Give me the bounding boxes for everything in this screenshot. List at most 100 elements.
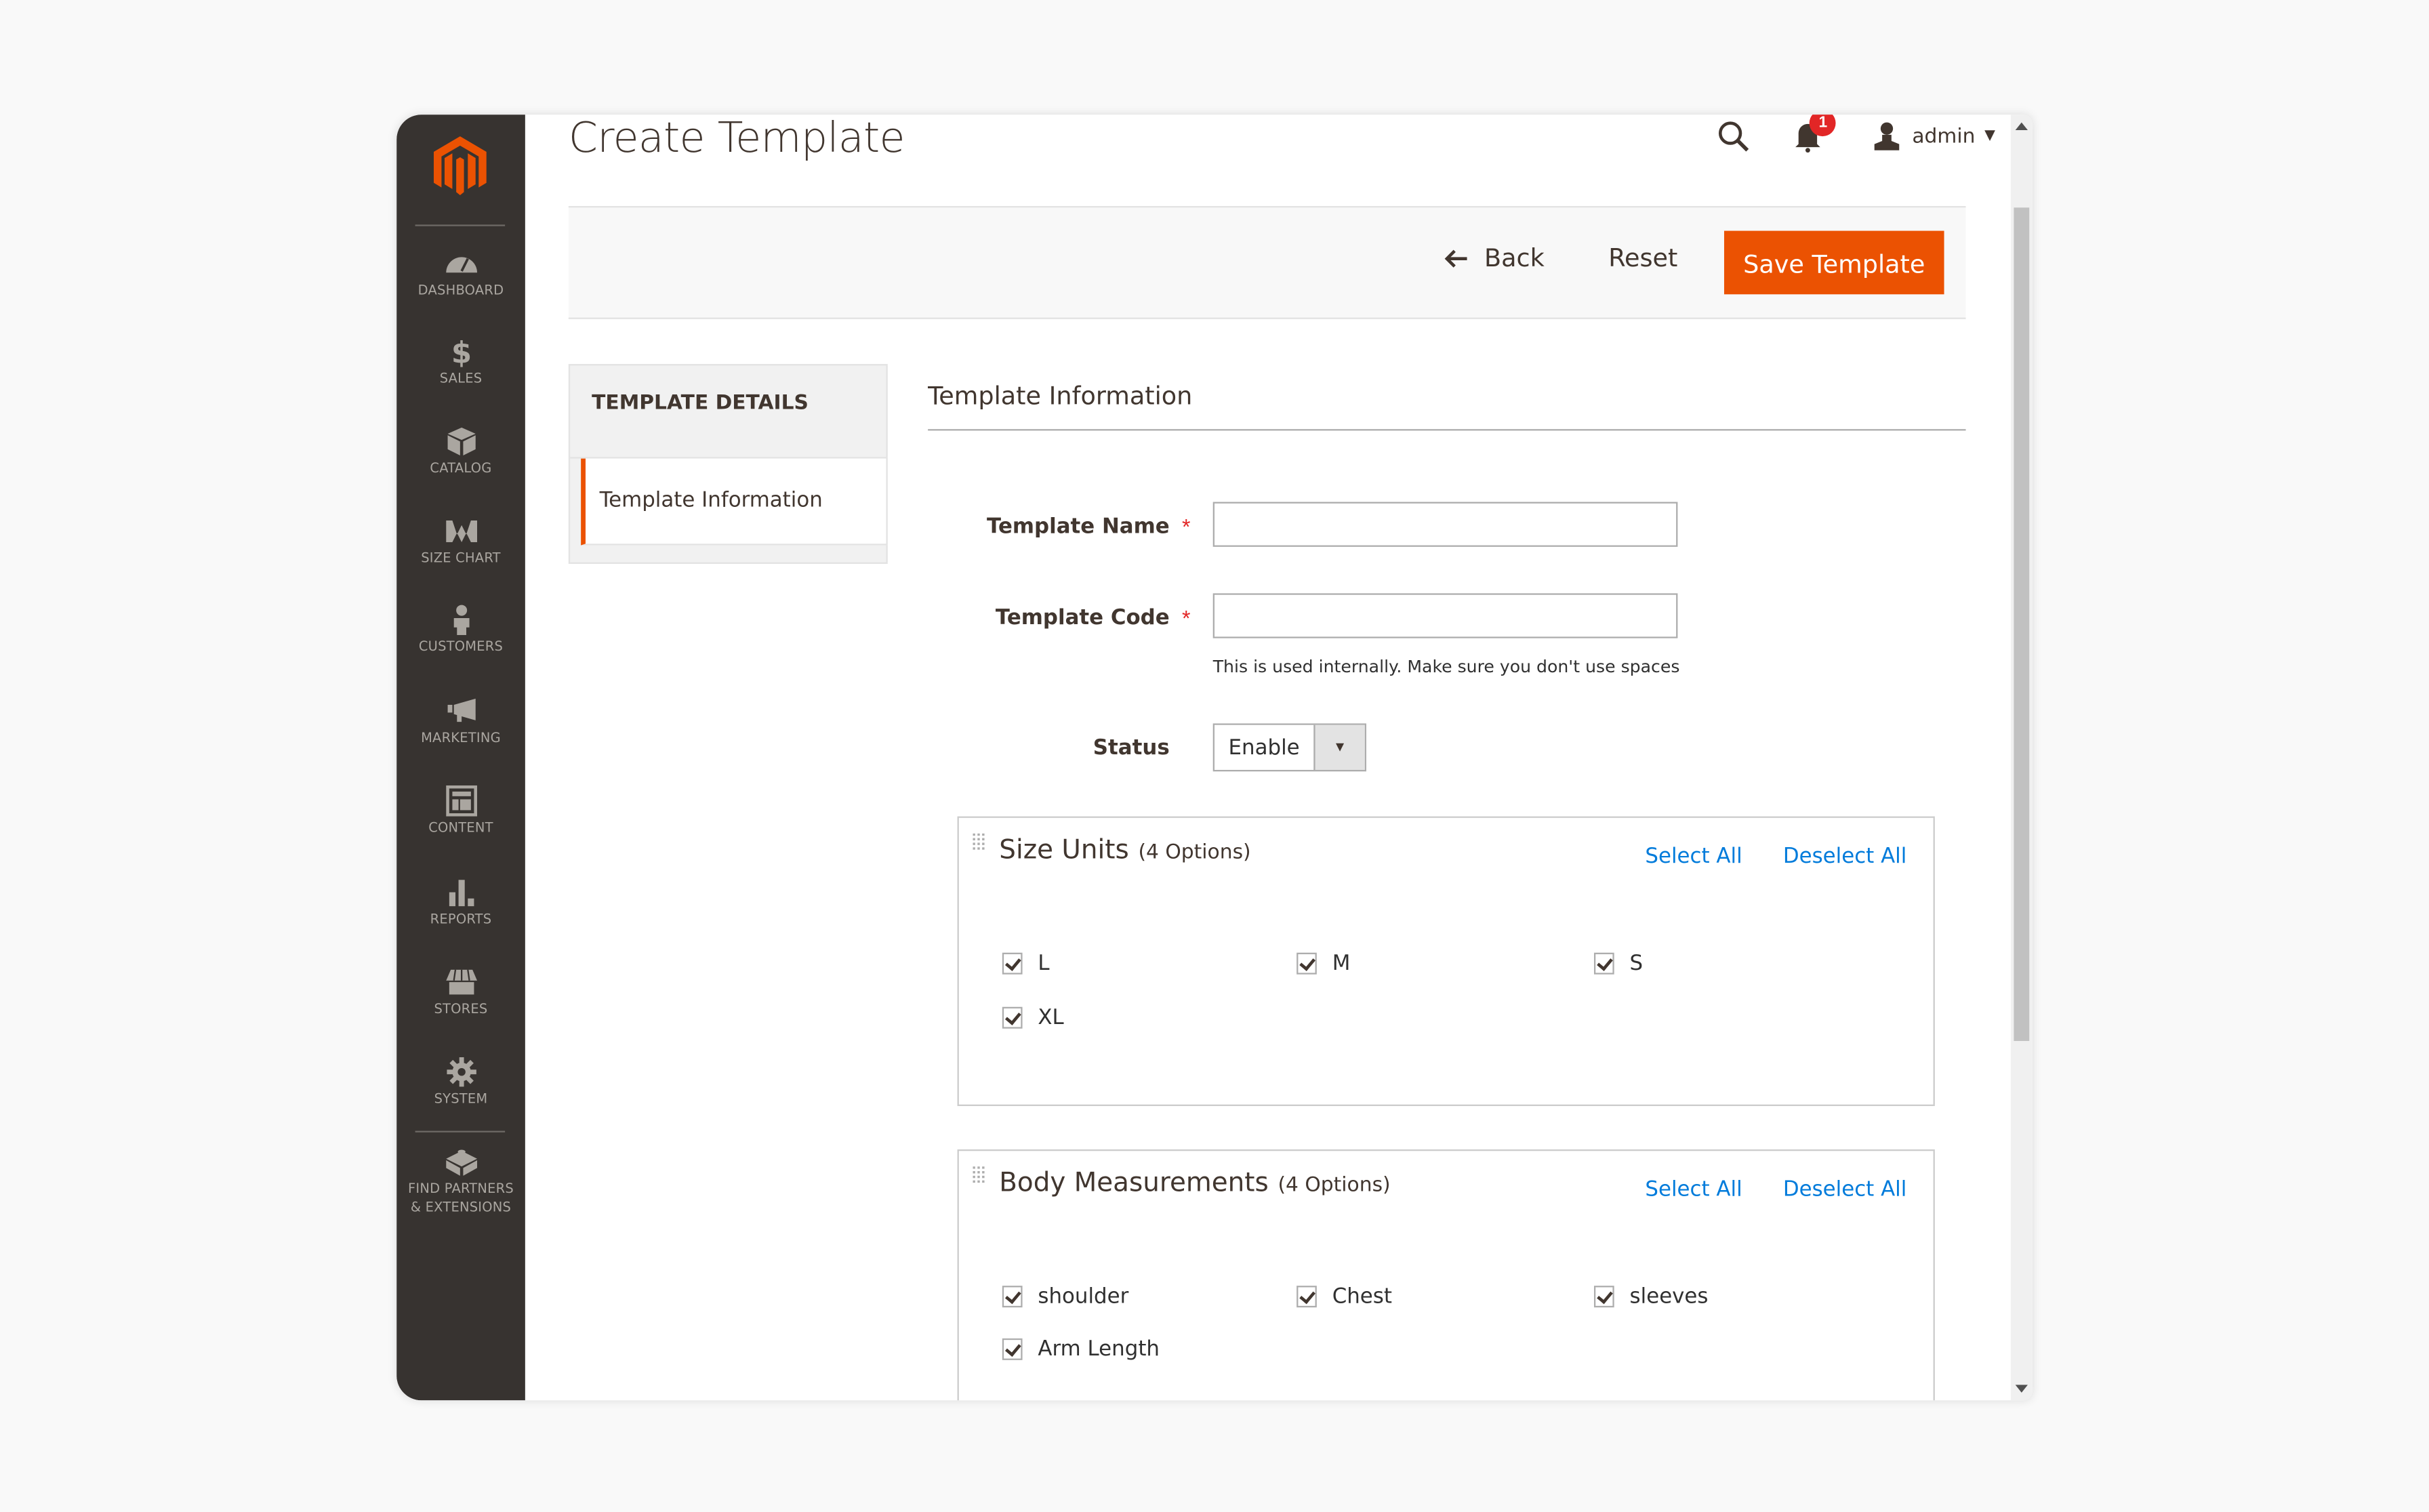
sidebar-item-content[interactable]: CONTENT <box>396 785 525 838</box>
user-icon <box>1875 122 1900 150</box>
scroll-down-arrow-icon[interactable] <box>2015 1385 2028 1393</box>
sidebar-item-label: REPORTS <box>430 912 492 928</box>
user-menu[interactable]: admin ▼ <box>1872 121 1995 152</box>
sidebar-item-reports[interactable]: REPORTS <box>396 877 525 930</box>
sidebar-item-stores[interactable]: STORES <box>396 966 525 1019</box>
sidebar-item-label: STORES <box>434 1002 488 1018</box>
drag-handle-icon[interactable] <box>973 833 985 855</box>
template-code-input[interactable] <box>1212 593 1678 638</box>
deselect-all-link[interactable]: Deselect All <box>1783 1177 1906 1202</box>
sidebar-item-customers[interactable]: CUSTOMERS <box>396 604 525 657</box>
section-title: Template Information <box>928 363 1966 431</box>
checkbox-checked[interactable] <box>1593 1286 1614 1308</box>
sidebar-item-sales[interactable]: $ SALES <box>396 336 525 389</box>
user-name: admin <box>1912 124 1976 148</box>
option-checkbox[interactable]: S <box>1593 951 1643 976</box>
form-content: Template Information Template Name * Tem… <box>928 363 1966 1401</box>
status-value: Enable <box>1228 735 1300 761</box>
storefront-icon <box>445 969 476 995</box>
tab-template-information[interactable]: Template Information <box>581 458 886 546</box>
status-row: Status Enable ▼ <box>928 723 1965 773</box>
scroll-up-arrow-icon[interactable] <box>2015 122 2028 130</box>
sidebar-item-label: FIND PARTNERS <box>408 1181 514 1198</box>
header-actions: 1 admin ▼ <box>1717 115 1995 155</box>
option-checkbox[interactable]: sleeves <box>1593 1284 1709 1309</box>
drag-handle-icon[interactable] <box>973 1166 985 1188</box>
sidebar-item-label: MARKETING <box>421 731 501 747</box>
checkbox-checked[interactable] <box>1593 952 1614 975</box>
required-asterisk: * <box>1181 514 1191 539</box>
body-measurements-group: Body Measurements (4 Options) Select All … <box>957 1149 1935 1401</box>
checkbox-checked[interactable] <box>1297 952 1317 975</box>
status-label: Status <box>1093 735 1170 761</box>
sidebar-divider <box>415 224 506 226</box>
option-checkbox[interactable]: M <box>1297 951 1350 976</box>
sidebar-item-dashboard[interactable]: DASHBOARD <box>396 248 525 301</box>
required-asterisk: * <box>1181 605 1191 631</box>
main-content: Create Template 1 admin ▼ Back Reset Sav… <box>525 115 2011 1401</box>
page-actions-bar: Back Reset Save Template <box>568 205 1966 319</box>
group-count: (4 Options) <box>1138 841 1251 865</box>
group-title-text: Body Measurements <box>999 1168 1269 1200</box>
checkbox-checked[interactable] <box>1002 1338 1023 1360</box>
box-icon <box>447 427 475 455</box>
option-checkbox[interactable]: shoulder <box>1002 1284 1128 1309</box>
sidebar-divider <box>415 1130 506 1132</box>
sidebar-item-label: & EXTENSIONS <box>410 1200 512 1217</box>
size-chart-icon <box>445 520 476 542</box>
svg-text:$: $ <box>451 336 471 367</box>
group-count: (4 Options) <box>1278 1174 1391 1198</box>
select-all-link[interactable]: Select All <box>1645 844 1742 870</box>
notifications-button[interactable]: 1 <box>1791 115 1837 153</box>
sidebar-item-label: DASHBOARD <box>417 283 504 300</box>
sidebar-item-marketing[interactable]: MARKETING <box>396 695 525 748</box>
back-button[interactable]: Back <box>1444 243 1545 272</box>
group-title: Body Measurements (4 Options) <box>999 1168 1390 1199</box>
sidebar-item-size-chart[interactable]: SIZE CHART <box>396 516 525 569</box>
bar-chart-icon <box>448 880 474 907</box>
option-checkbox[interactable]: Chest <box>1297 1284 1392 1309</box>
sidebar-item-label: SIZE CHART <box>421 551 501 567</box>
scrollbar-thumb[interactable] <box>2014 207 2030 1041</box>
deselect-all-link[interactable]: Deselect All <box>1783 844 1906 870</box>
chevron-down-icon: ▼ <box>1984 128 1995 144</box>
sidebar-item-system[interactable]: SYSTEM <box>396 1057 525 1109</box>
dollar-icon: $ <box>451 336 471 367</box>
vertical-scrollbar[interactable] <box>2010 115 2033 1401</box>
checkbox-checked[interactable] <box>1002 952 1023 975</box>
option-checkbox[interactable]: L <box>1002 951 1050 976</box>
status-select[interactable]: Enable ▼ <box>1212 723 1366 772</box>
chevron-down-icon: ▼ <box>1313 724 1365 770</box>
template-name-row: Template Name * <box>928 502 1965 552</box>
sidebar-item-label: SYSTEM <box>434 1092 488 1108</box>
sidebar: DASHBOARD $ SALES CATALOG SIZE CHART CUS… <box>396 115 525 1401</box>
sidebar-item-catalog[interactable]: CATALOG <box>396 426 525 479</box>
template-name-label: Template Name <box>987 514 1170 539</box>
checkbox-checked[interactable] <box>1297 1286 1317 1308</box>
select-all-link[interactable]: Select All <box>1645 1177 1742 1202</box>
template-code-note: This is used internally. Make sure you d… <box>1212 657 1680 677</box>
checkbox-checked[interactable] <box>1002 1006 1023 1029</box>
template-code-label: Template Code <box>995 605 1170 631</box>
gear-icon <box>446 1057 476 1087</box>
magento-logo[interactable] <box>430 136 489 198</box>
sidebar-item-label: CATALOG <box>430 462 492 477</box>
save-template-button[interactable]: Save Template <box>1723 230 1944 295</box>
template-name-input[interactable] <box>1212 502 1678 547</box>
option-checkbox[interactable]: Arm Length <box>1002 1337 1160 1362</box>
option-checkbox[interactable]: XL <box>1002 1005 1064 1030</box>
checkbox-checked[interactable] <box>1002 1286 1023 1308</box>
notification-badge: 1 <box>1810 115 1837 137</box>
megaphone-icon <box>447 698 475 722</box>
sidebar-item-label: CUSTOMERS <box>418 639 504 655</box>
sidebar-item-label: CONTENT <box>428 821 493 837</box>
sidebar-item-find-partners[interactable]: FIND PARTNERS & EXTENSIONS <box>396 1146 525 1217</box>
search-icon[interactable] <box>1717 119 1751 153</box>
person-icon <box>453 605 469 636</box>
page-title: Create Template <box>568 115 905 163</box>
admin-window: DASHBOARD $ SALES CATALOG SIZE CHART CUS… <box>396 115 2033 1401</box>
template-tabs: TEMPLATE DETAILS Template Information <box>568 364 888 564</box>
reset-button[interactable]: Reset <box>1608 243 1677 272</box>
template-code-row: Template Code * This is used internally.… <box>928 593 1965 677</box>
size-units-group: Size Units (4 Options) Select All Deselec… <box>957 816 1935 1106</box>
